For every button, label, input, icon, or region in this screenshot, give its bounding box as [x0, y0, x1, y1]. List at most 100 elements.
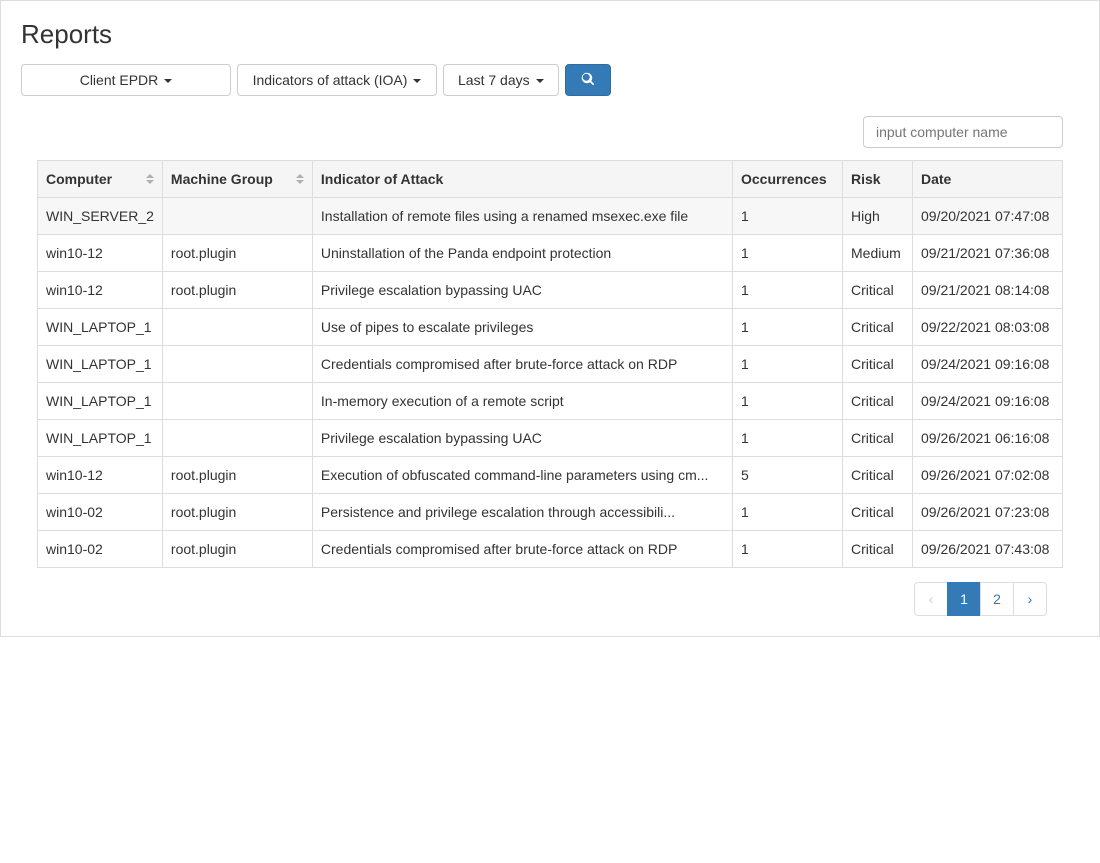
col-group[interactable]: Machine Group	[162, 161, 312, 198]
cell-computer: WIN_SERVER_2	[38, 198, 163, 235]
cell-group: root.plugin	[162, 494, 312, 531]
pagination-prev: ‹	[914, 582, 948, 616]
search-button[interactable]	[565, 64, 611, 96]
cell-occurrences: 5	[733, 457, 843, 494]
col-label: Occurrences	[741, 171, 827, 187]
cell-date: 09/24/2021 09:16:08	[913, 383, 1063, 420]
cell-risk: High	[843, 198, 913, 235]
table-header-row: Computer Machine Group Indicator of Atta…	[38, 161, 1063, 198]
cell-ioa: Use of pipes to escalate privileges	[312, 309, 732, 346]
cell-occurrences: 1	[733, 272, 843, 309]
cell-occurrences: 1	[733, 383, 843, 420]
range-dropdown[interactable]: Last 7 days	[443, 64, 559, 96]
client-dropdown-label: Client EPDR	[80, 72, 159, 88]
cell-risk: Critical	[843, 457, 913, 494]
caret-down-icon	[164, 79, 172, 83]
col-label: Computer	[46, 171, 112, 187]
cell-group	[162, 309, 312, 346]
table-row[interactable]: win10-12root.pluginPrivilege escalation …	[38, 272, 1063, 309]
cell-date: 09/24/2021 09:16:08	[913, 346, 1063, 383]
filter-row	[37, 116, 1063, 148]
cell-ioa: Credentials compromised after brute-forc…	[312, 531, 732, 568]
table-row[interactable]: win10-02root.pluginPersistence and privi…	[38, 494, 1063, 531]
table-row[interactable]: WIN_LAPTOP_1 In-memory execution of a rem…	[38, 383, 1063, 420]
cell-computer: WIN_LAPTOP_1	[38, 420, 163, 457]
cell-occurrences: 1	[733, 309, 843, 346]
cell-date: 09/26/2021 06:16:08	[913, 420, 1063, 457]
search-icon	[581, 72, 595, 89]
col-date[interactable]: Date	[913, 161, 1063, 198]
cell-occurrences: 1	[733, 198, 843, 235]
table-row[interactable]: WIN_LAPTOP_1 Use of pipes to escalate pri…	[38, 309, 1063, 346]
cell-occurrences: 1	[733, 420, 843, 457]
cell-risk: Critical	[843, 383, 913, 420]
col-label: Risk	[851, 171, 881, 187]
col-risk[interactable]: Risk	[843, 161, 913, 198]
indicator-dropdown-label: Indicators of attack (IOA)	[253, 72, 408, 88]
cell-ioa: Privilege escalation bypassing UAC	[312, 272, 732, 309]
col-occurrences[interactable]: Occurrences	[733, 161, 843, 198]
cell-computer: win10-02	[38, 531, 163, 568]
reports-table: Computer Machine Group Indicator of Atta…	[37, 160, 1063, 568]
cell-occurrences: 1	[733, 235, 843, 272]
cell-group: root.plugin	[162, 235, 312, 272]
cell-date: 09/26/2021 07:43:08	[913, 531, 1063, 568]
pagination-next[interactable]: ›	[1013, 582, 1047, 616]
cell-computer: WIN_LAPTOP_1	[38, 309, 163, 346]
col-label: Machine Group	[171, 171, 273, 187]
cell-group: root.plugin	[162, 272, 312, 309]
cell-date: 09/22/2021 08:03:08	[913, 309, 1063, 346]
sort-icon	[296, 174, 304, 184]
cell-ioa: Installation of remote files using a ren…	[312, 198, 732, 235]
cell-occurrences: 1	[733, 494, 843, 531]
cell-computer: WIN_LAPTOP_1	[38, 383, 163, 420]
table-row[interactable]: win10-12root.pluginUninstallation of the…	[38, 235, 1063, 272]
cell-group	[162, 346, 312, 383]
table-row[interactable]: WIN_SERVER_2 Installation of remote files…	[38, 198, 1063, 235]
cell-group	[162, 198, 312, 235]
cell-ioa: Privilege escalation bypassing UAC	[312, 420, 732, 457]
caret-down-icon	[413, 79, 421, 83]
table-row[interactable]: WIN_LAPTOP_1 Privilege escalation bypassi…	[38, 420, 1063, 457]
cell-risk: Critical	[843, 272, 913, 309]
col-computer[interactable]: Computer	[38, 161, 163, 198]
computer-name-input[interactable]	[863, 116, 1063, 148]
cell-date: 09/21/2021 07:36:08	[913, 235, 1063, 272]
range-dropdown-label: Last 7 days	[458, 72, 530, 88]
table-row[interactable]: win10-02root.pluginCredentials compromis…	[38, 531, 1063, 568]
cell-risk: Critical	[843, 531, 913, 568]
cell-risk: Medium	[843, 235, 913, 272]
cell-date: 09/26/2021 07:23:08	[913, 494, 1063, 531]
cell-computer: win10-12	[38, 235, 163, 272]
cell-date: 09/26/2021 07:02:08	[913, 457, 1063, 494]
cell-ioa: Persistence and privilege escalation thr…	[312, 494, 732, 531]
cell-ioa: In-memory execution of a remote script	[312, 383, 732, 420]
cell-computer: win10-02	[38, 494, 163, 531]
sort-icon	[146, 174, 154, 184]
cell-risk: Critical	[843, 309, 913, 346]
cell-group	[162, 420, 312, 457]
cell-occurrences: 1	[733, 531, 843, 568]
cell-computer: win10-12	[38, 272, 163, 309]
page-title: Reports	[21, 19, 1079, 50]
cell-occurrences: 1	[733, 346, 843, 383]
cell-risk: Critical	[843, 494, 913, 531]
table-row[interactable]: WIN_LAPTOP_1Credentials compromised afte…	[38, 346, 1063, 383]
indicator-dropdown[interactable]: Indicators of attack (IOA)	[237, 64, 437, 96]
caret-down-icon	[536, 79, 544, 83]
cell-ioa: Execution of obfuscated command-line par…	[312, 457, 732, 494]
report-panel: Reports Client EPDR Indicators of attack…	[0, 0, 1100, 637]
col-ioa[interactable]: Indicator of Attack	[312, 161, 732, 198]
table-row[interactable]: win10-12root.pluginExecution of obfuscat…	[38, 457, 1063, 494]
cell-ioa: Uninstallation of the Panda endpoint pro…	[312, 235, 732, 272]
cell-date: 09/20/2021 07:47:08	[913, 198, 1063, 235]
pagination: ‹12›	[37, 582, 1063, 616]
cell-computer: win10-12	[38, 457, 163, 494]
client-dropdown[interactable]: Client EPDR	[21, 64, 231, 96]
cell-risk: Critical	[843, 420, 913, 457]
cell-ioa: Credentials compromised after brute-forc…	[312, 346, 732, 383]
pagination-page-1[interactable]: 1	[947, 582, 981, 616]
pagination-page-2[interactable]: 2	[980, 582, 1014, 616]
toolbar: Client EPDR Indicators of attack (IOA) L…	[21, 64, 1079, 96]
cell-group: root.plugin	[162, 457, 312, 494]
